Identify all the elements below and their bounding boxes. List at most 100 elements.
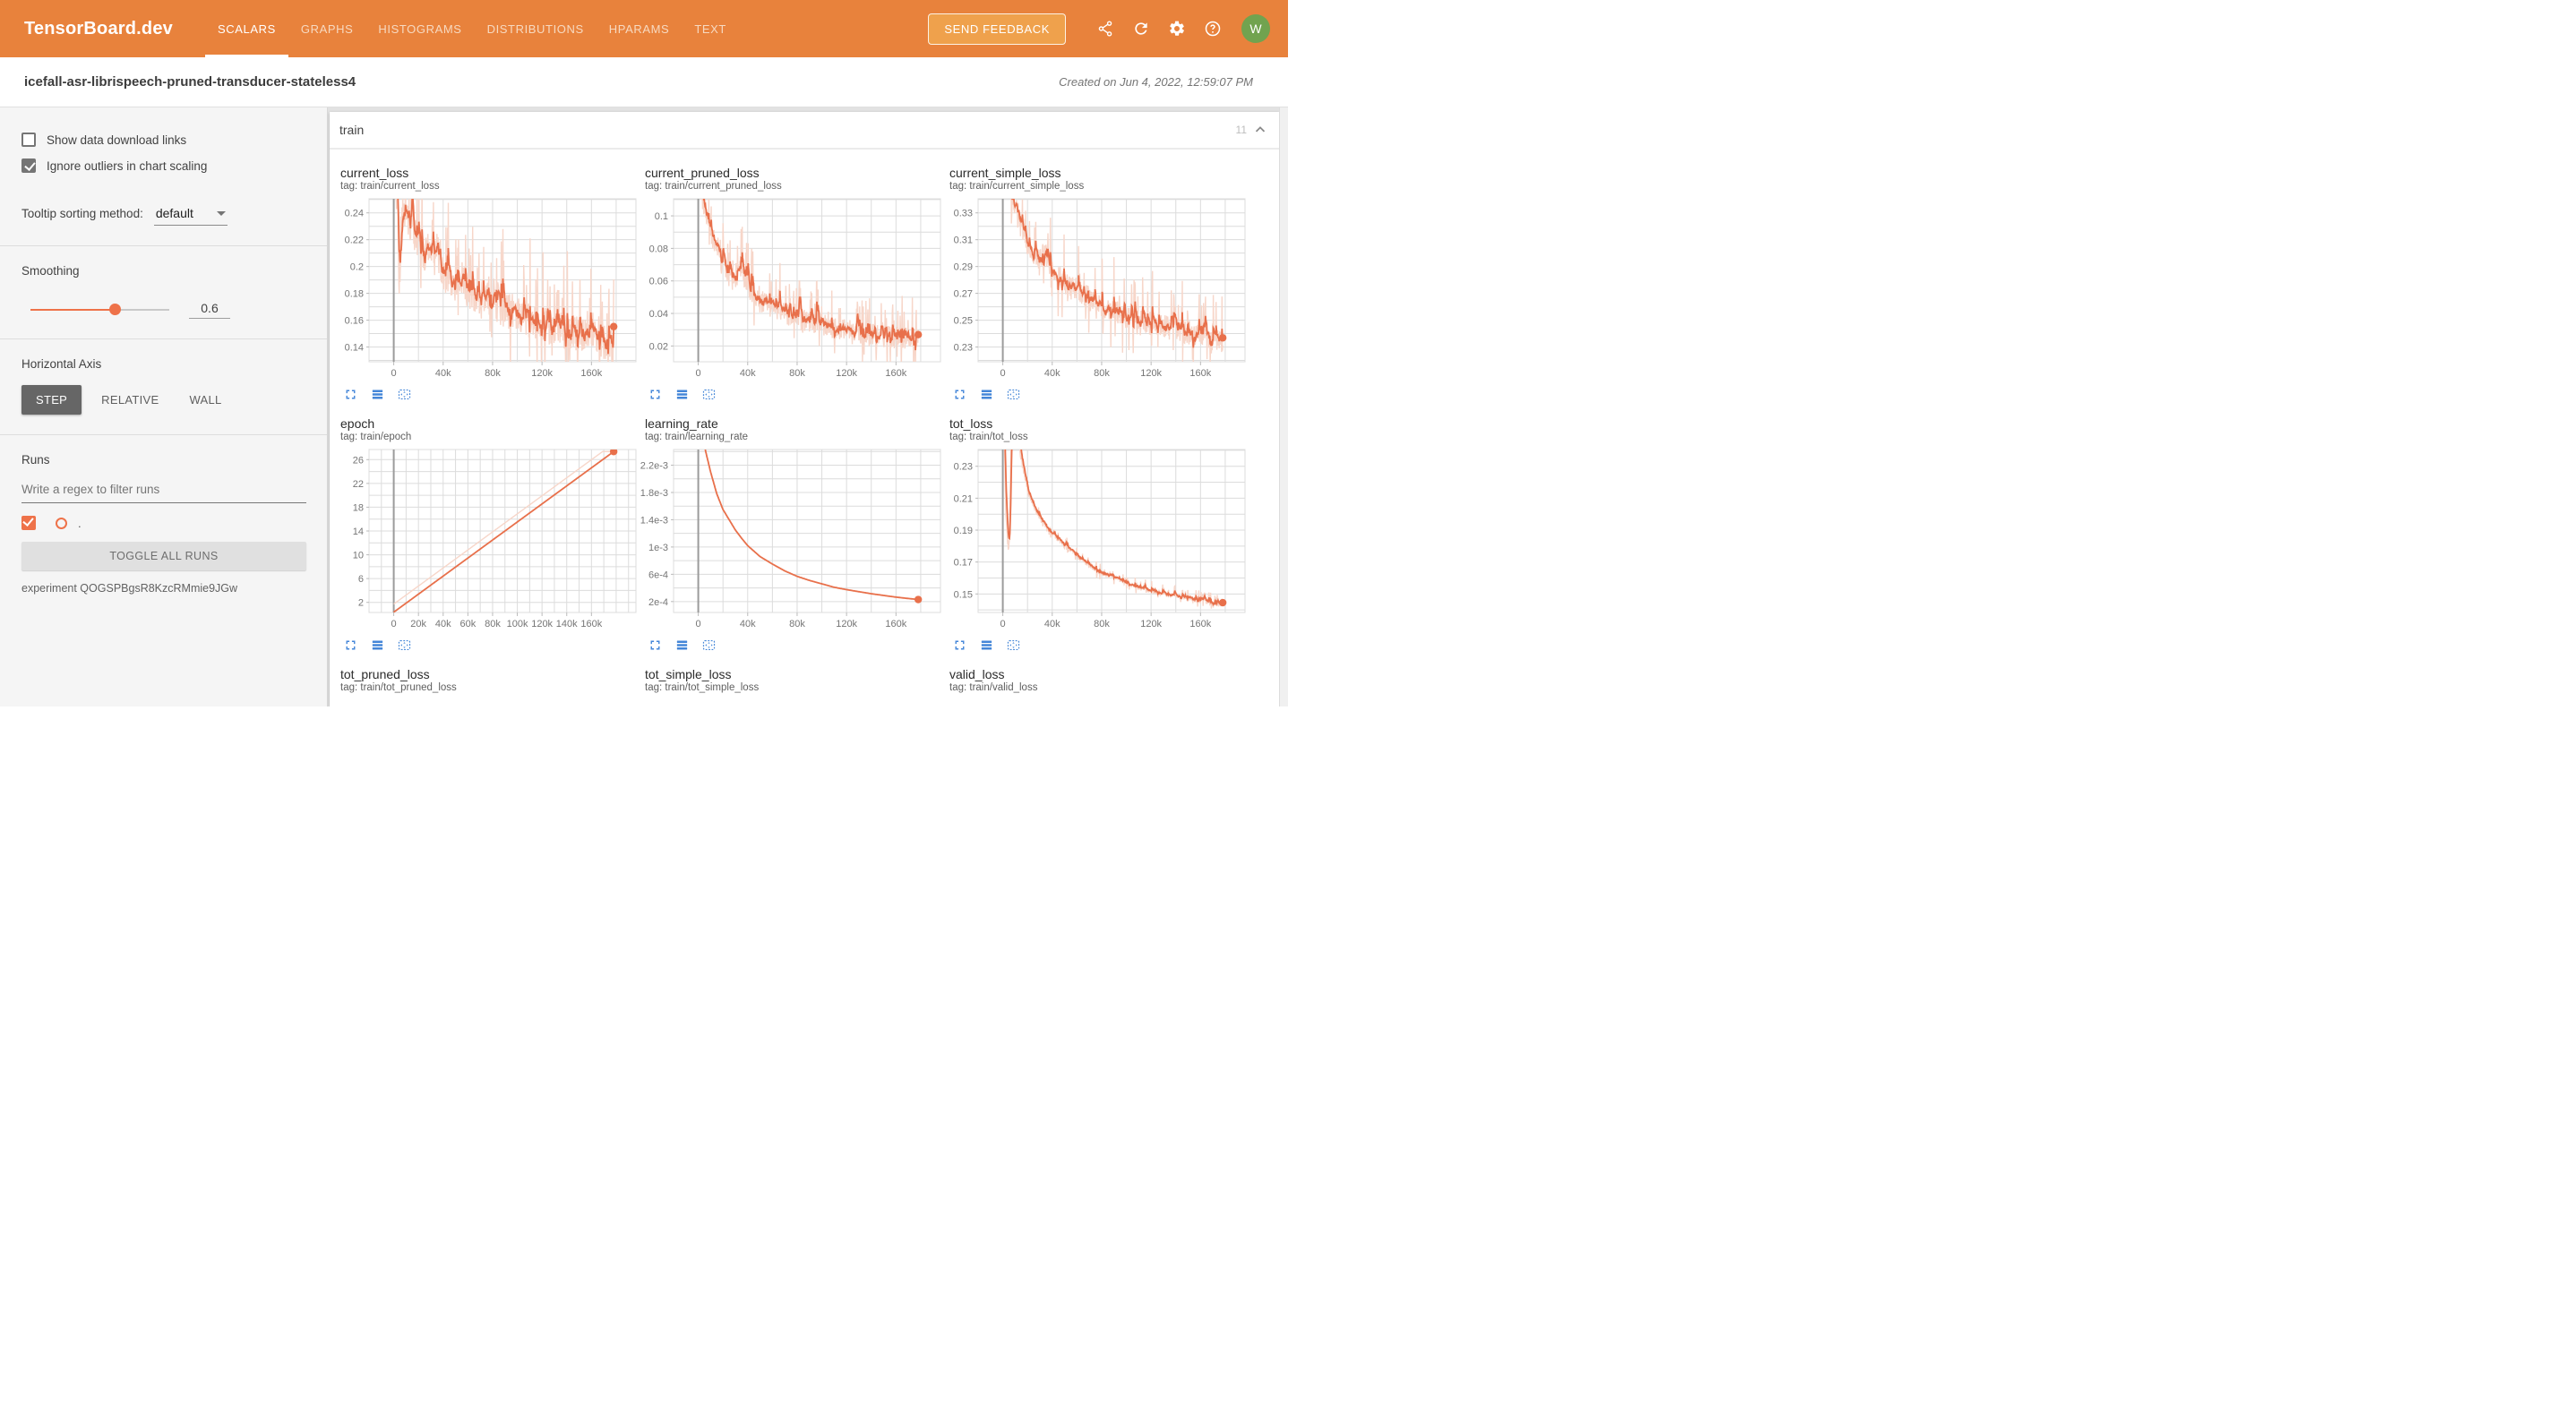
svg-text:40k: 40k xyxy=(740,368,756,379)
svg-text:40k: 40k xyxy=(740,619,756,629)
chart-tag: tag: train/tot_simple_loss xyxy=(639,682,943,695)
smoothing-slider[interactable] xyxy=(30,309,169,311)
svg-text:0.16: 0.16 xyxy=(345,316,364,327)
chart-plot[interactable] xyxy=(943,695,1248,706)
data-table-icon[interactable] xyxy=(674,638,690,653)
sidebar-divider xyxy=(0,338,327,339)
fit-domain-icon[interactable] xyxy=(701,387,717,402)
tab-text[interactable]: TEXT xyxy=(682,0,739,57)
chart-actions xyxy=(943,634,1248,653)
help-icon[interactable] xyxy=(1204,20,1222,38)
axis-relative-button[interactable]: RELATIVE xyxy=(90,386,169,414)
collapse-chevron-icon[interactable] xyxy=(1252,122,1268,138)
show-download-links-label[interactable]: Show data download links xyxy=(47,133,186,147)
svg-text:0.2: 0.2 xyxy=(350,262,364,273)
data-table-icon[interactable] xyxy=(979,387,994,402)
section-title: train xyxy=(339,123,364,137)
experiment-title-bar: icefall-asr-librispeech-pruned-transduce… xyxy=(0,57,1288,107)
chart-tag: tag: train/tot_loss xyxy=(943,432,1248,444)
svg-text:120k: 120k xyxy=(836,619,857,629)
svg-text:40k: 40k xyxy=(435,368,451,379)
fit-domain-icon[interactable] xyxy=(701,638,717,653)
app-logo: TensorBoard.dev xyxy=(24,0,173,57)
settings-gear-icon[interactable] xyxy=(1168,20,1186,38)
svg-text:1e-3: 1e-3 xyxy=(648,543,668,553)
svg-text:160k: 160k xyxy=(885,368,906,379)
svg-text:0.22: 0.22 xyxy=(345,236,364,246)
expand-icon[interactable] xyxy=(648,638,663,653)
data-table-icon[interactable] xyxy=(370,387,385,402)
run-color-swatch xyxy=(56,518,67,529)
refresh-icon[interactable] xyxy=(1132,20,1150,38)
chart-plot[interactable]: 0.020.040.060.080.1040k80k120k160k xyxy=(639,193,943,383)
svg-text:160k: 160k xyxy=(1189,619,1211,629)
svg-text:0.04: 0.04 xyxy=(649,309,668,320)
toggle-all-runs-button[interactable]: TOGGLE ALL RUNS xyxy=(21,542,306,570)
tooltip-sorting-value: default xyxy=(156,206,193,220)
svg-text:6e-4: 6e-4 xyxy=(648,569,668,580)
tooltip-sorting-select[interactable]: default xyxy=(154,206,228,226)
smoothing-slider-thumb[interactable] xyxy=(109,304,121,315)
svg-text:0.33: 0.33 xyxy=(954,209,973,219)
svg-text:0.24: 0.24 xyxy=(345,209,364,219)
data-table-icon[interactable] xyxy=(979,638,994,653)
fit-domain-icon[interactable] xyxy=(397,387,412,402)
topbar-actions: SEND FEEDBACK W xyxy=(928,0,1288,57)
data-table-icon[interactable] xyxy=(674,387,690,402)
chart-actions xyxy=(334,634,639,653)
runs-regex-input[interactable] xyxy=(21,479,306,503)
svg-text:40k: 40k xyxy=(1044,619,1060,629)
axis-wall-button[interactable]: WALL xyxy=(178,386,232,414)
avatar[interactable]: W xyxy=(1241,14,1270,43)
svg-text:0.31: 0.31 xyxy=(954,236,973,246)
main-panel: train 11 current_losstag: train/current_… xyxy=(328,107,1288,706)
svg-text:160k: 160k xyxy=(580,368,602,379)
page-title: icefall-asr-librispeech-pruned-transduce… xyxy=(24,74,356,90)
ignore-outliers-label[interactable]: Ignore outliers in chart scaling xyxy=(47,159,207,173)
expand-icon[interactable] xyxy=(343,387,358,402)
fit-domain-icon[interactable] xyxy=(1006,387,1021,402)
smoothing-value[interactable]: 0.6 xyxy=(189,301,230,319)
chart-plot[interactable]: 0.150.170.190.210.23040k80k120k160k xyxy=(943,444,1248,634)
tab-scalars[interactable]: SCALARS xyxy=(205,0,288,57)
chart-plot[interactable] xyxy=(639,695,943,706)
svg-text:2: 2 xyxy=(358,598,364,609)
scalar-chart-card: current_pruned_losstag: train/current_pr… xyxy=(639,158,943,402)
chart-actions xyxy=(943,383,1248,402)
svg-text:1.4e-3: 1.4e-3 xyxy=(640,515,668,526)
train-section-header[interactable]: train 11 xyxy=(330,112,1279,148)
share-icon[interactable] xyxy=(1096,20,1114,38)
chart-plot[interactable] xyxy=(334,695,639,706)
axis-step-button[interactable]: STEP xyxy=(21,385,82,415)
chart-plot[interactable]: 261014182226020k40k60k80k100k120k140k160… xyxy=(334,444,639,634)
run-checkbox[interactable] xyxy=(21,516,36,530)
tab-distributions[interactable]: DISTRIBUTIONS xyxy=(475,0,597,57)
svg-text:0.15: 0.15 xyxy=(954,589,973,600)
send-feedback-button[interactable]: SEND FEEDBACK xyxy=(928,13,1066,45)
svg-text:80k: 80k xyxy=(789,619,805,629)
expand-icon[interactable] xyxy=(343,638,358,653)
chart-plot[interactable]: 0.230.250.270.290.310.33040k80k120k160k xyxy=(943,193,1248,383)
scrollbar[interactable] xyxy=(1279,107,1288,706)
svg-text:80k: 80k xyxy=(789,368,805,379)
chart-plot[interactable]: 2e-46e-41e-31.4e-31.8e-32.2e-3040k80k120… xyxy=(639,444,943,634)
tab-hparams[interactable]: HPARAMS xyxy=(597,0,683,57)
expand-icon[interactable] xyxy=(648,387,663,402)
tab-histograms[interactable]: HISTOGRAMS xyxy=(365,0,474,57)
fit-domain-icon[interactable] xyxy=(397,638,412,653)
chart-plot[interactable]: 0.140.160.180.20.220.24040k80k120k160k xyxy=(334,193,639,383)
tab-graphs[interactable]: GRAPHS xyxy=(288,0,366,57)
svg-text:6: 6 xyxy=(358,574,364,585)
expand-icon[interactable] xyxy=(952,638,967,653)
show-download-links-checkbox[interactable] xyxy=(21,133,36,147)
svg-text:160k: 160k xyxy=(1189,368,1211,379)
chart-tag: tag: train/tot_pruned_loss xyxy=(334,682,639,695)
chart-tag: tag: train/learning_rate xyxy=(639,432,943,444)
svg-text:120k: 120k xyxy=(1140,619,1162,629)
data-table-icon[interactable] xyxy=(370,638,385,653)
chart-tag: tag: train/epoch xyxy=(334,432,639,444)
chart-title: valid_loss xyxy=(943,660,1248,682)
ignore-outliers-checkbox[interactable] xyxy=(21,158,36,173)
expand-icon[interactable] xyxy=(952,387,967,402)
fit-domain-icon[interactable] xyxy=(1006,638,1021,653)
